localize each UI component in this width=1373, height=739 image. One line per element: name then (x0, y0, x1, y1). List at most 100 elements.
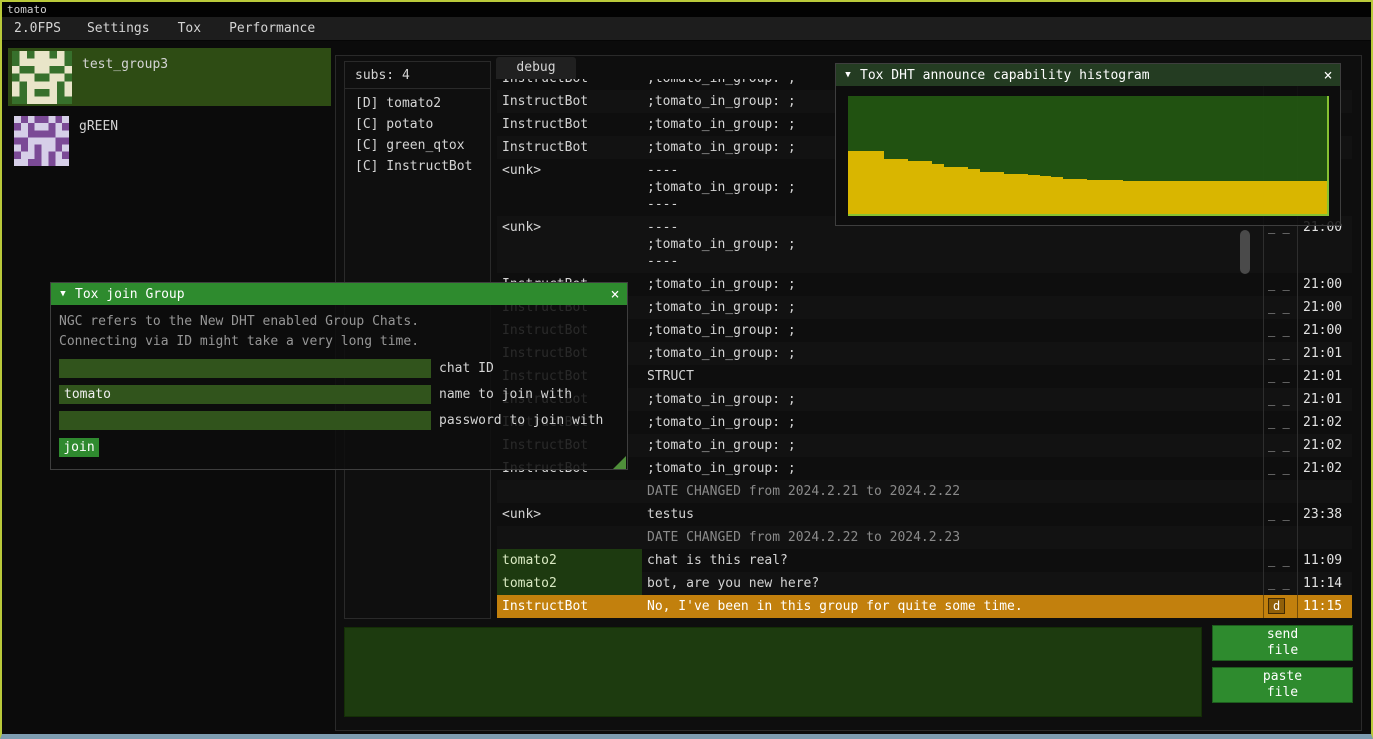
message-flags (1263, 480, 1297, 503)
histogram-window-titlebar[interactable]: ▼ Tox DHT announce capability histogram … (836, 64, 1340, 86)
collapse-icon[interactable]: ▼ (51, 289, 75, 299)
chat-message-row[interactable]: tomato2bot, are you new here?_ _11:14 (497, 572, 1352, 595)
group-name: test_group3 (82, 57, 168, 106)
menu-tox[interactable]: Tox (164, 21, 215, 36)
message-text: ;tomato_in_group: ; (642, 388, 1263, 411)
join-window-title: Tox join Group (75, 287, 603, 302)
message-flags: d (1263, 595, 1297, 618)
message-time: 23:38 (1297, 503, 1352, 526)
subs-member[interactable]: [C] green_qtox (345, 135, 490, 156)
histogram-bar (1147, 181, 1159, 214)
message-flags (1263, 526, 1297, 549)
chat-date-row[interactable]: DATE CHANGED from 2024.2.22 to 2024.2.23 (497, 526, 1352, 549)
message-author: <unk> (497, 503, 642, 526)
histogram-bar (1183, 181, 1195, 214)
join-info-text: NGC refers to the New DHT enabled Group … (59, 312, 619, 332)
histogram-bar (1135, 181, 1147, 214)
message-author: InstructBot (497, 595, 642, 618)
chat-id-input[interactable] (59, 359, 431, 378)
message-text: No, I've been in this group for quite so… (642, 595, 1263, 618)
message-time: 21:02 (1297, 411, 1352, 434)
message-flags: _ _ (1263, 572, 1297, 595)
subs-count: subs: 4 (345, 62, 490, 88)
message-time (1297, 526, 1352, 549)
histogram-bar (1231, 181, 1243, 214)
message-author (497, 526, 642, 549)
histogram-bar (1171, 181, 1183, 214)
menu-performance[interactable]: Performance (215, 21, 329, 36)
join-window-titlebar[interactable]: ▼ Tox join Group × (51, 283, 627, 305)
histogram-bar (992, 172, 1004, 214)
message-flags: _ _ (1263, 411, 1297, 434)
histogram-bar (1016, 174, 1028, 214)
paste-file-button[interactable]: paste file (1212, 667, 1353, 703)
subs-member[interactable]: [C] InstructBot (345, 156, 490, 177)
message-time: 21:00 (1297, 296, 1352, 319)
histogram-bar (860, 151, 872, 214)
chat-message-row[interactable]: <unk>testus_ _23:38 (497, 503, 1352, 526)
message-author: tomato2 (497, 572, 642, 595)
message-author: <unk> (497, 159, 642, 182)
message-flags: _ _ (1263, 434, 1297, 457)
field-label: name to join with (439, 387, 572, 402)
message-text: STRUCT (642, 365, 1263, 388)
fps-counter: 2.0FPS (2, 21, 73, 36)
message-time: 11:09 (1297, 549, 1352, 572)
join-window-body: NGC refers to the New DHT enabled Group … (51, 305, 627, 470)
chat-message-row[interactable]: InstructBotNo, I've been in this group f… (497, 595, 1352, 618)
message-input[interactable] (344, 627, 1202, 717)
subs-member[interactable]: [C] potato (345, 114, 490, 135)
join-name-input[interactable] (59, 385, 431, 404)
app-window: tomato 2.0FPS Settings Tox Performance t… (0, 0, 1373, 739)
close-icon[interactable]: × (603, 283, 627, 305)
resize-grip[interactable] (613, 456, 626, 469)
histogram-bar (1087, 180, 1099, 214)
histogram-bar (956, 167, 968, 214)
tab-debug[interactable]: debug (496, 57, 576, 79)
message-author: InstructBot (497, 90, 642, 113)
histogram-bar (1243, 181, 1255, 214)
menu-settings[interactable]: Settings (73, 21, 164, 36)
message-text: ;tomato_in_group: ; (642, 319, 1263, 342)
histogram-bar (968, 169, 980, 214)
join-password-input[interactable] (59, 411, 431, 430)
histogram-bar (1159, 181, 1171, 214)
collapse-icon[interactable]: ▼ (836, 70, 860, 80)
histogram-bar (1195, 181, 1207, 214)
field-label: chat ID (439, 361, 494, 376)
message-time: 21:01 (1297, 388, 1352, 411)
message-flags: _ _ (1263, 296, 1297, 319)
join-info-text: Connecting via ID might take a very long… (59, 332, 619, 352)
sidebar-group-green[interactable]: gREEN (8, 110, 331, 170)
histogram-bar (872, 151, 884, 214)
close-icon[interactable]: × (1316, 64, 1340, 86)
group-avatar-icon (14, 116, 69, 166)
histogram-bar (1063, 179, 1075, 214)
chat-date-row[interactable]: DATE CHANGED from 2024.2.21 to 2024.2.22 (497, 480, 1352, 503)
message-text: DATE CHANGED from 2024.2.22 to 2024.2.23 (642, 526, 1263, 549)
message-text: bot, are you new here? (642, 572, 1263, 595)
send-file-button[interactable]: send file (1212, 625, 1353, 661)
field-label: password to join with (439, 413, 603, 428)
message-flags: _ _ (1263, 457, 1297, 480)
message-author: <unk> (497, 216, 642, 239)
histogram-bar (932, 164, 944, 214)
join-button[interactable]: join (59, 438, 99, 457)
group-avatar-icon (12, 51, 72, 104)
message-flags: _ _ (1263, 273, 1297, 296)
delivered-flag: d (1268, 598, 1285, 614)
sidebar-group-test-group3[interactable]: test_group3 (8, 48, 331, 106)
chat-scrollbar[interactable] (1240, 230, 1250, 274)
histogram-bar (944, 167, 956, 214)
chat-message-row[interactable]: tomato2chat is this real?_ _11:09 (497, 549, 1352, 572)
message-time: 21:00 (1297, 273, 1352, 296)
histogram-bar (908, 161, 920, 214)
histogram-bar (1111, 180, 1123, 214)
message-author: InstructBot (497, 79, 642, 90)
message-flags: _ _ (1263, 549, 1297, 572)
message-text: ;tomato_in_group: ; (642, 273, 1263, 296)
histogram-bar (1075, 179, 1087, 214)
subs-member[interactable]: [D] tomato2 (345, 93, 490, 114)
message-time (1297, 480, 1352, 503)
histogram-bar (1315, 181, 1327, 214)
